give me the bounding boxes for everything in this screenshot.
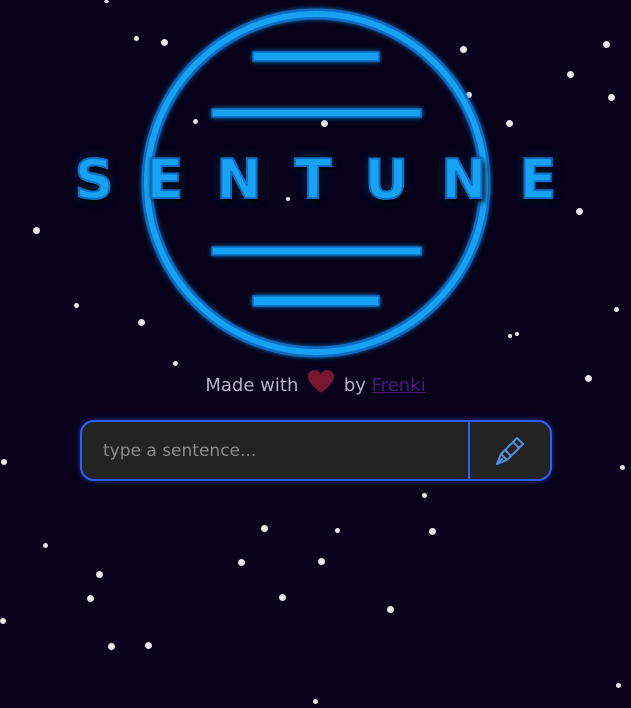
star xyxy=(261,525,268,532)
star xyxy=(387,606,394,613)
star xyxy=(145,642,152,649)
star xyxy=(279,594,286,601)
star xyxy=(96,571,103,578)
sentence-form xyxy=(80,420,552,481)
credit-line: Made with by Frenki xyxy=(0,370,631,399)
star xyxy=(238,559,245,566)
star xyxy=(0,618,6,624)
star xyxy=(1,459,7,465)
star xyxy=(616,683,621,688)
submit-button[interactable] xyxy=(470,422,550,479)
logo: SENTUNE xyxy=(0,0,631,370)
star xyxy=(335,528,340,533)
heart-icon xyxy=(308,370,335,399)
star xyxy=(313,699,318,704)
star xyxy=(108,643,115,650)
logo-bar xyxy=(252,295,380,307)
star xyxy=(620,465,625,470)
logo-bar xyxy=(211,246,422,256)
page-background: SENTUNE Made with by Frenki xyxy=(0,0,631,708)
star xyxy=(43,543,48,548)
app-title: SENTUNE xyxy=(74,147,590,212)
credit-prefix: Made with xyxy=(205,375,299,396)
star xyxy=(429,528,436,535)
logo-bar xyxy=(252,51,380,62)
pen-nib-icon xyxy=(496,436,524,465)
author-link[interactable]: Frenki xyxy=(372,375,426,396)
star xyxy=(87,595,94,602)
credit-by: by xyxy=(343,375,366,396)
logo-bar xyxy=(211,108,422,118)
star xyxy=(422,493,427,498)
star xyxy=(318,558,325,565)
sentence-input[interactable] xyxy=(82,422,468,479)
